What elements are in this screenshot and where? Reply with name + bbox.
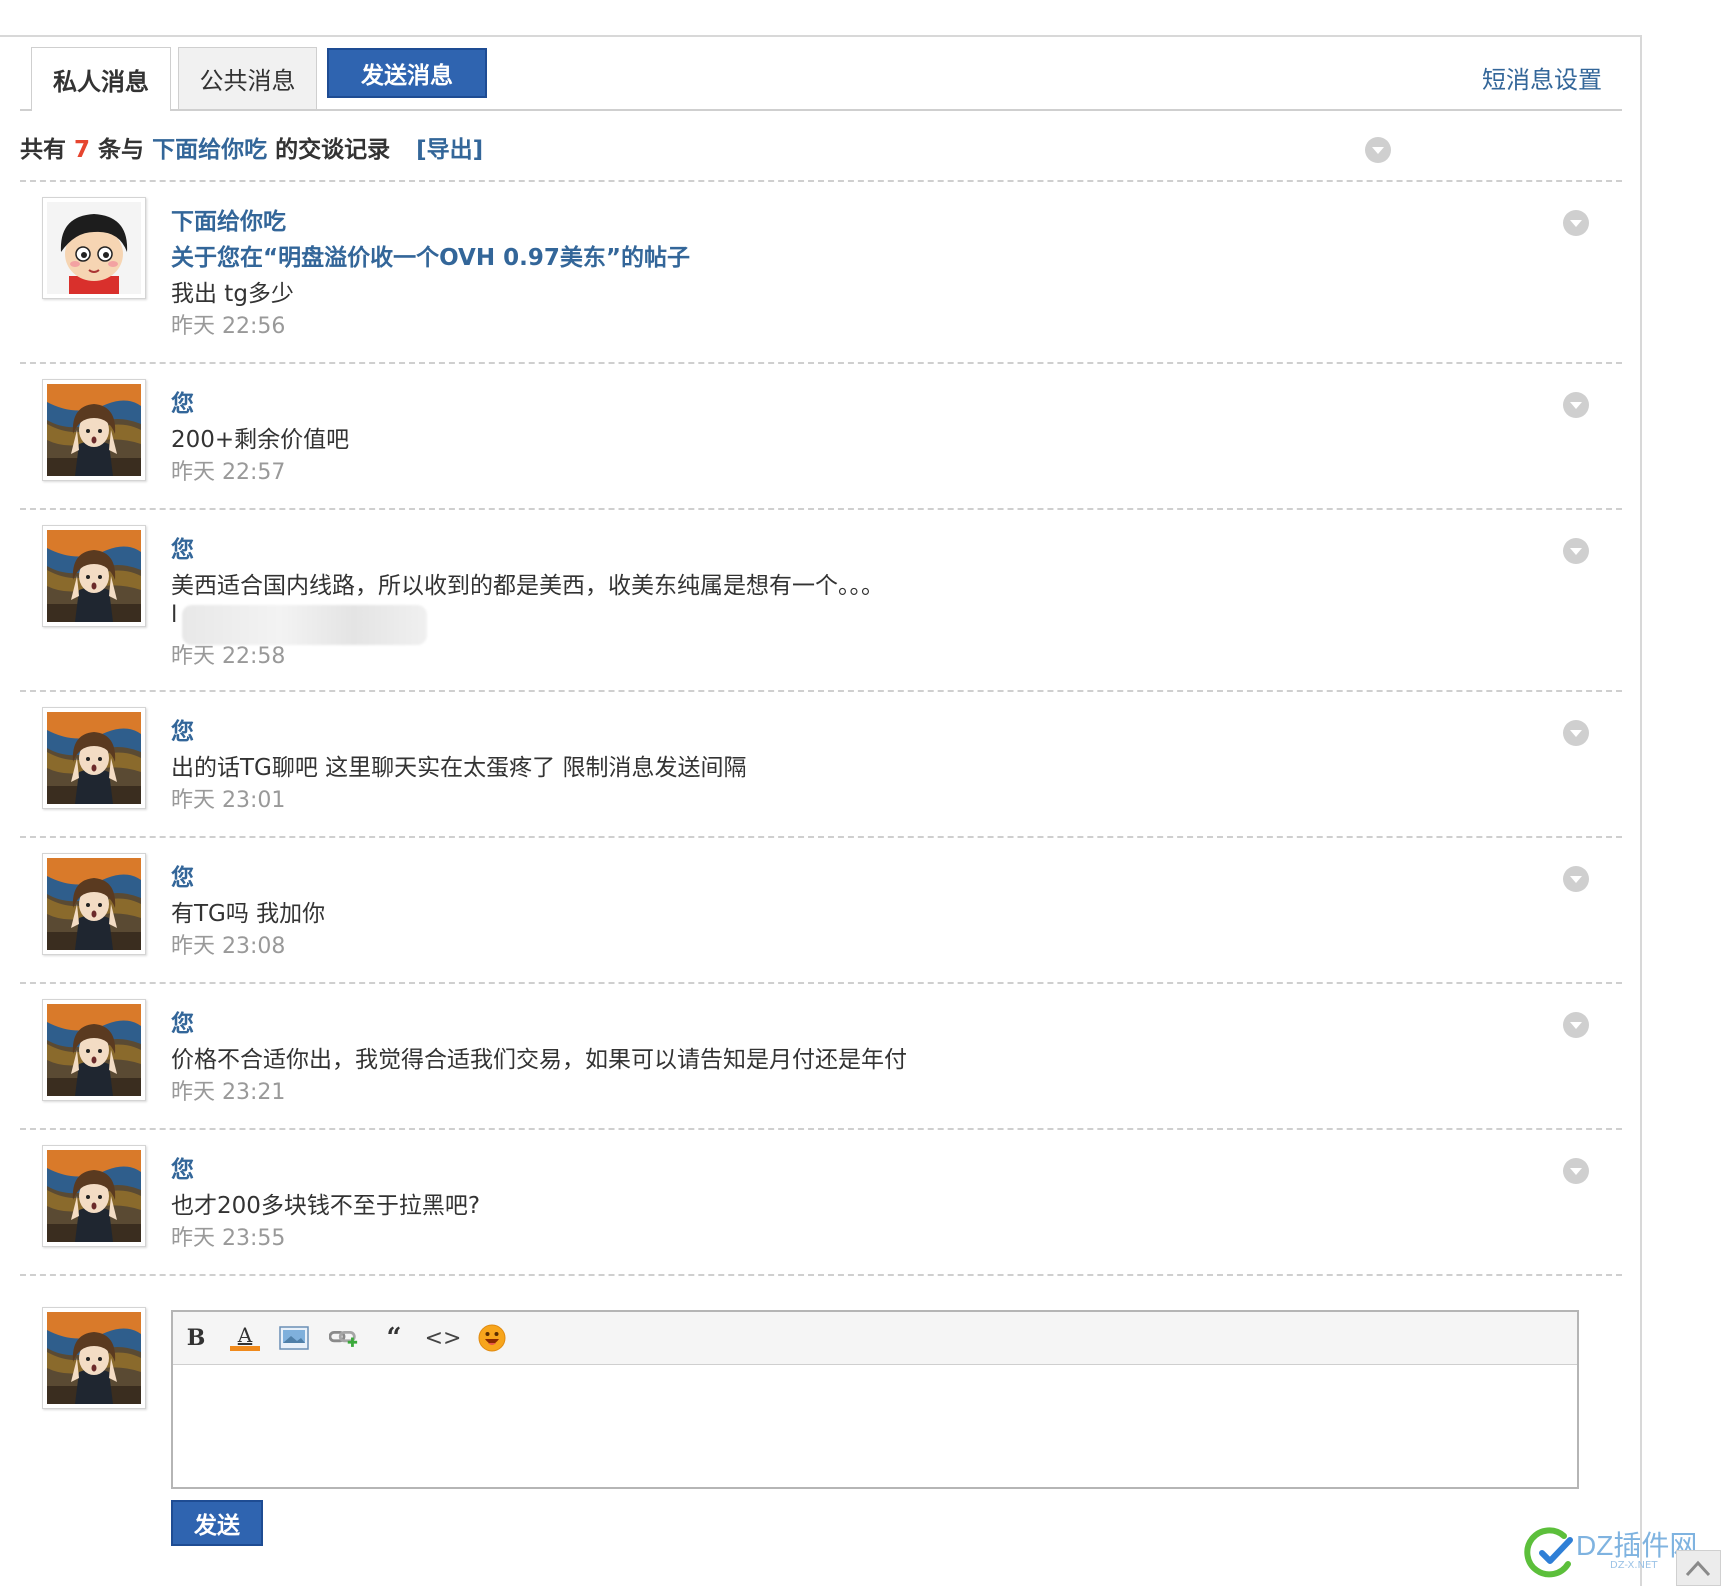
link-svg <box>329 1330 358 1347</box>
divider <box>20 1274 1622 1276</box>
back-to-top-button[interactable] <box>1676 1550 1721 1586</box>
message-menu-icon[interactable] <box>1563 210 1589 236</box>
send-button[interactable]: 发送 <box>171 1500 263 1546</box>
message-text: 美西适合国内线路，所以收到的都是美西，收美东纯属是想有一个。。。 <box>171 573 884 599</box>
editor-toolbar: B A “ <> <box>173 1312 1577 1365</box>
message-author-link[interactable]: 您 <box>171 1004 194 1038</box>
send-message-button[interactable]: 发送消息 <box>327 48 487 98</box>
message-text: 我出 tg多少 <box>171 281 294 307</box>
watermark-logo-icon <box>1524 1527 1573 1578</box>
message-menu-icon[interactable] <box>1563 1012 1589 1038</box>
message-author-link[interactable]: 您 <box>171 530 194 564</box>
self-avatar-icon <box>47 858 141 950</box>
message-text: 价格不合适你出，我觉得合适我们交易，如果可以请告知是月付还是年付 <box>171 1047 907 1073</box>
export-link[interactable]: [导出] <box>416 137 483 163</box>
message-subject-link[interactable]: 关于您在“明盘溢价收一个OVH 0.97美东”的帖子 <box>171 238 690 272</box>
chevron-up-icon <box>1685 1560 1711 1577</box>
panel-right-border <box>1640 35 1642 1586</box>
self-avatar-icon <box>47 1150 141 1242</box>
peer-avatar-icon <box>47 202 141 294</box>
reply-editor: B A “ <> <box>171 1310 1579 1489</box>
avatar[interactable] <box>42 1145 146 1247</box>
image-icon[interactable] <box>279 1323 309 1353</box>
avatar[interactable] <box>42 707 146 809</box>
message-author-link[interactable]: 您 <box>171 712 194 746</box>
avatar[interactable] <box>42 197 146 299</box>
quote-icon[interactable]: “ <box>379 1323 409 1353</box>
message-item: 下面给你吃 关于您在“明盘溢价收一个OVH 0.97美东”的帖子 我出 tg多少… <box>20 182 1622 362</box>
summary-middle: 条与 <box>98 137 145 163</box>
message-settings-link[interactable]: 短消息设置 <box>1482 60 1602 95</box>
bold-icon[interactable]: B <box>181 1323 211 1353</box>
font-color-icon[interactable]: A <box>230 1323 260 1353</box>
message-time: 昨天 23:01 <box>171 788 286 813</box>
smiley-svg <box>478 1324 506 1352</box>
message-menu-icon[interactable] <box>1563 1158 1589 1184</box>
message-time: 昨天 23:21 <box>171 1080 286 1105</box>
message-text-line-2: l <box>171 602 178 628</box>
quote-glyph: “ <box>386 1323 402 1353</box>
message-author-link[interactable]: 您 <box>171 384 194 418</box>
message-time: 昨天 22:57 <box>171 460 286 485</box>
message-menu-icon[interactable] <box>1563 866 1589 892</box>
image-svg <box>279 1326 309 1350</box>
avatar[interactable] <box>42 999 146 1101</box>
message-item: 您 有TG吗 我加你 昨天 23:08 <box>20 838 1622 982</box>
message-text: 出的话TG聊吧 这里聊天实在太蛋疼了 限制消息发送间隔 <box>171 755 747 781</box>
conversation-summary: 共有 7 条与 下面给你吃 的交谈记录 [导出] <box>20 130 483 164</box>
avatar[interactable] <box>42 525 146 627</box>
reply-avatar <box>42 1307 146 1409</box>
message-item: 您 也才200多块钱不至于拉黑吧? 昨天 23:55 <box>20 1130 1622 1274</box>
message-time: 昨天 22:56 <box>171 314 286 339</box>
link-icon[interactable] <box>329 1323 359 1353</box>
redacted-content <box>182 605 427 645</box>
message-time: 昨天 23:08 <box>171 934 286 959</box>
message-text: 有TG吗 我加你 <box>171 901 326 927</box>
message-text: 也才200多块钱不至于拉黑吧? <box>171 1193 481 1219</box>
color-bar <box>230 1346 260 1351</box>
self-avatar-icon <box>47 384 141 476</box>
message-item: 您 美西适合国内线路，所以收到的都是美西，收美东纯属是想有一个。。。 l 昨天 … <box>20 510 1622 690</box>
panel-top-border <box>0 35 1642 37</box>
code-icon[interactable]: <> <box>425 1323 462 1353</box>
message-author-link[interactable]: 您 <box>171 858 194 892</box>
collapse-toggle-icon[interactable] <box>1365 137 1391 163</box>
message-text: 200+剩余价值吧 <box>171 427 350 453</box>
tab-public-messages[interactable]: 公共消息 <box>178 47 317 110</box>
bold-glyph: B <box>186 1325 206 1351</box>
font-color-glyph: A <box>237 1323 253 1347</box>
message-item: 您 200+剩余价值吧 昨天 22:57 <box>20 364 1622 508</box>
tab-private-messages[interactable]: 私人消息 <box>31 47 171 111</box>
message-time: 昨天 23:55 <box>171 1226 286 1251</box>
message-author-link[interactable]: 下面给你吃 <box>171 202 286 236</box>
avatar[interactable] <box>42 853 146 955</box>
summary-prefix: 共有 <box>20 137 66 163</box>
self-avatar-icon <box>47 1004 141 1096</box>
message-menu-icon[interactable] <box>1563 392 1589 418</box>
self-avatar-icon <box>47 712 141 804</box>
peer-username-link[interactable]: 下面给你吃 <box>152 137 267 163</box>
smiley-icon[interactable] <box>477 1323 507 1353</box>
message-menu-icon[interactable] <box>1563 538 1589 564</box>
message-item: 您 出的话TG聊吧 这里聊天实在太蛋疼了 限制消息发送间隔 昨天 23:01 <box>20 692 1622 836</box>
self-avatar-icon <box>47 530 141 622</box>
self-avatar-icon <box>47 1312 141 1404</box>
message-item: 您 价格不合适你出，我觉得合适我们交易，如果可以请告知是月付还是年付 昨天 23… <box>20 984 1622 1128</box>
avatar[interactable] <box>42 379 146 481</box>
message-count: 7 <box>74 137 91 163</box>
watermark-subtext: DZ-X.NET <box>1610 1560 1658 1571</box>
message-author-link[interactable]: 您 <box>171 1150 194 1184</box>
message-menu-icon[interactable] <box>1563 720 1589 746</box>
summary-suffix: 的交谈记录 <box>275 137 391 163</box>
code-glyph: <> <box>424 1325 462 1351</box>
message-textarea[interactable] <box>173 1365 1577 1485</box>
tab-underline <box>20 109 1622 111</box>
